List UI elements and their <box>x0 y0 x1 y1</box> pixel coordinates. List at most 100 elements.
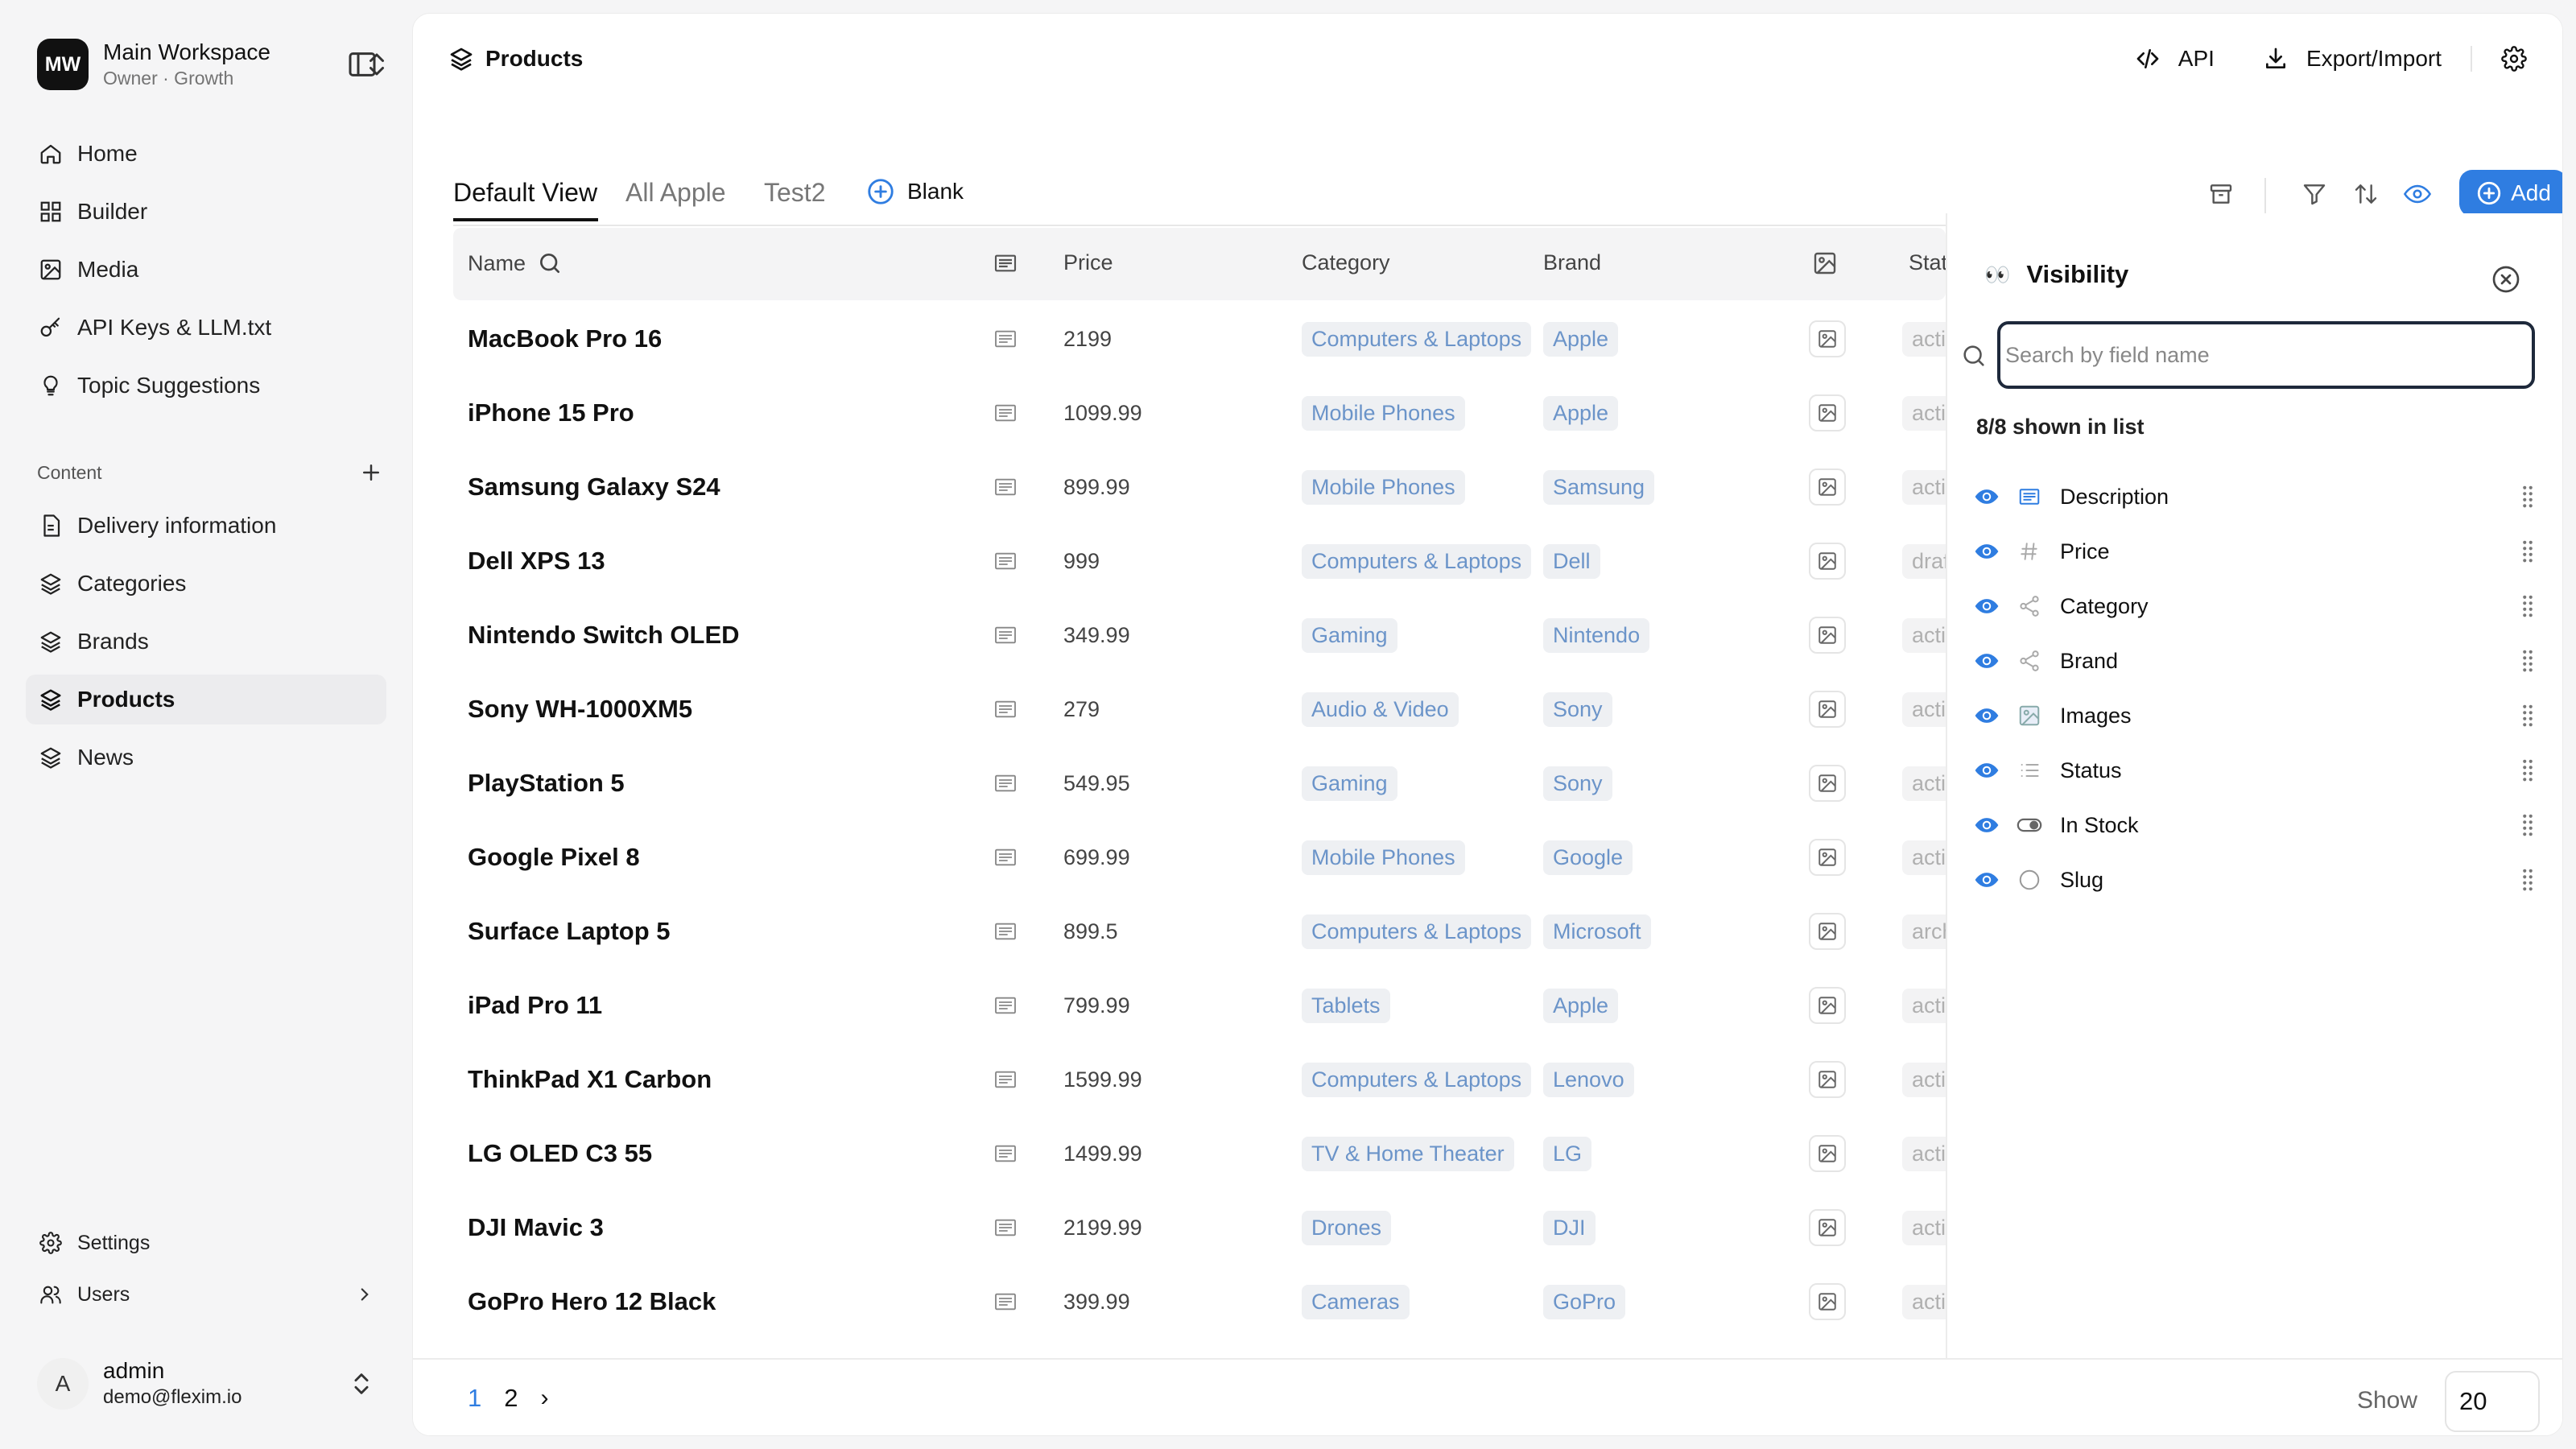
image-icon[interactable] <box>1809 1061 1846 1098</box>
close-icon[interactable] <box>2490 263 2522 295</box>
export-import-button[interactable]: Export/Import <box>2263 46 2442 72</box>
product-name[interactable]: LG OLED C3 55 <box>468 1117 652 1191</box>
eye-icon[interactable] <box>1973 538 2005 565</box>
brand-pill[interactable]: Sony <box>1543 691 1612 727</box>
visibility-field-row[interactable]: Status <box>1973 743 2537 798</box>
tab-default-view[interactable]: Default View <box>453 178 597 208</box>
eye-icon[interactable] <box>1973 483 2005 510</box>
product-name[interactable]: PlayStation 5 <box>468 746 625 820</box>
category-pill[interactable]: Tablets <box>1302 988 1390 1023</box>
brand-pill[interactable]: Google <box>1543 840 1633 875</box>
drag-handle-icon[interactable] <box>2519 594 2537 618</box>
visibility-field-row[interactable]: Price <box>1973 524 2537 579</box>
archive-icon[interactable] <box>2205 178 2237 210</box>
product-name[interactable]: iPad Pro 11 <box>468 968 602 1042</box>
content-item-delivery-information[interactable]: Delivery information <box>26 501 386 551</box>
page-size-input[interactable]: 20 <box>2445 1371 2540 1432</box>
nav-item-api-keys[interactable]: API Keys & LLM.txt <box>26 303 386 353</box>
table-row[interactable]: Samsung Galaxy S24 899.99 Mobile Phones Sam… <box>453 450 1946 524</box>
product-name[interactable]: Sony WH-1000XM5 <box>468 672 692 746</box>
column-header-brand[interactable]: Brand <box>1543 250 1601 275</box>
table-row[interactable]: iPhone 15 Pro 1099.99 Mobile Phones Apple ac… <box>453 376 1946 450</box>
eye-icon[interactable] <box>1973 647 2005 675</box>
drag-handle-icon[interactable] <box>2519 813 2537 837</box>
column-header-price[interactable]: Price <box>1063 250 1113 275</box>
table-row[interactable]: Dell XPS 13 999 Computers & Laptops Dell dra… <box>453 524 1946 598</box>
brand-pill[interactable]: Apple <box>1543 321 1619 357</box>
table-row[interactable]: GoPro Hero 12 Black 399.99 Cameras GoPro act… <box>453 1265 1946 1339</box>
page-1-button[interactable]: 1 <box>468 1384 481 1413</box>
sidebar-toggle-icon[interactable] <box>346 48 378 80</box>
drag-handle-icon[interactable] <box>2519 868 2537 892</box>
nav-item-topic-suggestions[interactable]: Topic Suggestions <box>26 361 386 411</box>
visibility-field-row[interactable]: In Stock <box>1973 798 2537 852</box>
brand-pill[interactable]: Nintendo <box>1543 617 1650 653</box>
eye-icon[interactable] <box>1973 757 2005 784</box>
page-2-button[interactable]: 2 <box>504 1384 518 1413</box>
visibility-field-row[interactable]: Images <box>1973 688 2537 743</box>
plus-icon[interactable] <box>359 460 383 485</box>
image-icon[interactable] <box>1809 320 1846 357</box>
table-row[interactable]: MacBook Pro 16 2199 Computers & Laptops App… <box>453 302 1946 376</box>
category-pill[interactable]: Gaming <box>1302 766 1397 801</box>
image-icon[interactable] <box>1809 839 1846 876</box>
brand-pill[interactable]: Dell <box>1543 543 1600 579</box>
category-pill[interactable]: Cameras <box>1302 1284 1410 1319</box>
gear-icon[interactable] <box>2501 46 2527 72</box>
column-header-category[interactable]: Category <box>1302 250 1390 275</box>
column-header-description[interactable] <box>993 250 1018 276</box>
table-row[interactable]: ThinkPad X1 Carbon 1599.99 Computers & Lap… <box>453 1042 1946 1117</box>
product-name[interactable]: MacBook Pro 16 <box>468 302 662 376</box>
category-pill[interactable]: Gaming <box>1302 617 1397 653</box>
brand-pill[interactable]: Samsung <box>1543 469 1655 505</box>
category-pill[interactable]: TV & Home Theater <box>1302 1136 1514 1171</box>
category-pill[interactable]: Audio & Video <box>1302 691 1459 727</box>
filter-icon[interactable] <box>2298 178 2330 210</box>
next-page-button[interactable]: › <box>541 1385 549 1412</box>
nav-item-media[interactable]: Media <box>26 245 386 295</box>
content-item-news[interactable]: News <box>26 733 386 782</box>
table-row[interactable]: PlayStation 5 549.95 Gaming Sony active <box>453 746 1946 820</box>
content-item-categories[interactable]: Categories <box>26 559 386 609</box>
image-icon[interactable] <box>1809 1135 1846 1172</box>
drag-handle-icon[interactable] <box>2519 485 2537 509</box>
category-pill[interactable]: Mobile Phones <box>1302 395 1465 431</box>
product-name[interactable]: ThinkPad X1 Carbon <box>468 1042 712 1117</box>
table-row[interactable]: Nintendo Switch OLED 349.99 Gaming Nintendo… <box>453 598 1946 672</box>
add-button[interactable]: Add <box>2459 170 2562 217</box>
column-header-images[interactable] <box>1812 250 1838 276</box>
category-pill[interactable]: Drones <box>1302 1210 1392 1245</box>
product-name[interactable]: Google Pixel 8 <box>468 820 640 894</box>
eye-icon[interactable] <box>2401 178 2434 210</box>
tab-all-apple[interactable]: All Apple <box>625 178 726 208</box>
table-row[interactable]: Google Pixel 8 699.99 Mobile Phones Google a… <box>453 820 1946 894</box>
image-icon[interactable] <box>1809 617 1846 654</box>
category-pill[interactable]: Computers & Laptops <box>1302 321 1532 357</box>
image-icon[interactable] <box>1809 1283 1846 1320</box>
image-icon[interactable] <box>1809 987 1846 1024</box>
brand-pill[interactable]: Microsoft <box>1543 914 1651 949</box>
nav-item-home[interactable]: Home <box>26 129 386 179</box>
visibility-field-row[interactable]: Slug <box>1973 852 2537 907</box>
nav-item-settings[interactable]: Settings <box>26 1220 386 1265</box>
product-name[interactable]: Nintendo Switch OLED <box>468 598 740 672</box>
drag-handle-icon[interactable] <box>2519 758 2537 782</box>
product-name[interactable]: Surface Laptop 5 <box>468 894 671 968</box>
eye-icon[interactable] <box>1973 811 2005 839</box>
api-button[interactable]: API <box>2135 46 2215 72</box>
table-row[interactable]: Surface Laptop 5 899.5 Computers & Laptops… <box>453 894 1946 968</box>
brand-pill[interactable]: Sony <box>1543 766 1612 801</box>
category-pill[interactable]: Computers & Laptops <box>1302 543 1532 579</box>
image-icon[interactable] <box>1809 543 1846 580</box>
category-pill[interactable]: Computers & Laptops <box>1302 1062 1532 1097</box>
sort-icon[interactable] <box>2350 178 2382 210</box>
product-name[interactable]: GoPro Hero 12 Black <box>468 1265 716 1339</box>
brand-pill[interactable]: DJI <box>1543 1210 1596 1245</box>
category-pill[interactable]: Mobile Phones <box>1302 469 1465 505</box>
brand-pill[interactable]: Apple <box>1543 395 1619 431</box>
table-row[interactable]: DJI Mavic 3 2199.99 Drones DJI active <box>453 1191 1946 1265</box>
image-icon[interactable] <box>1809 913 1846 950</box>
workspace-switcher[interactable]: MW Main Workspace Owner · Growth <box>37 37 391 92</box>
brand-pill[interactable]: Lenovo <box>1543 1062 1634 1097</box>
table-row[interactable]: Sony WH-1000XM5 279 Audio & Video Sony activ… <box>453 672 1946 746</box>
